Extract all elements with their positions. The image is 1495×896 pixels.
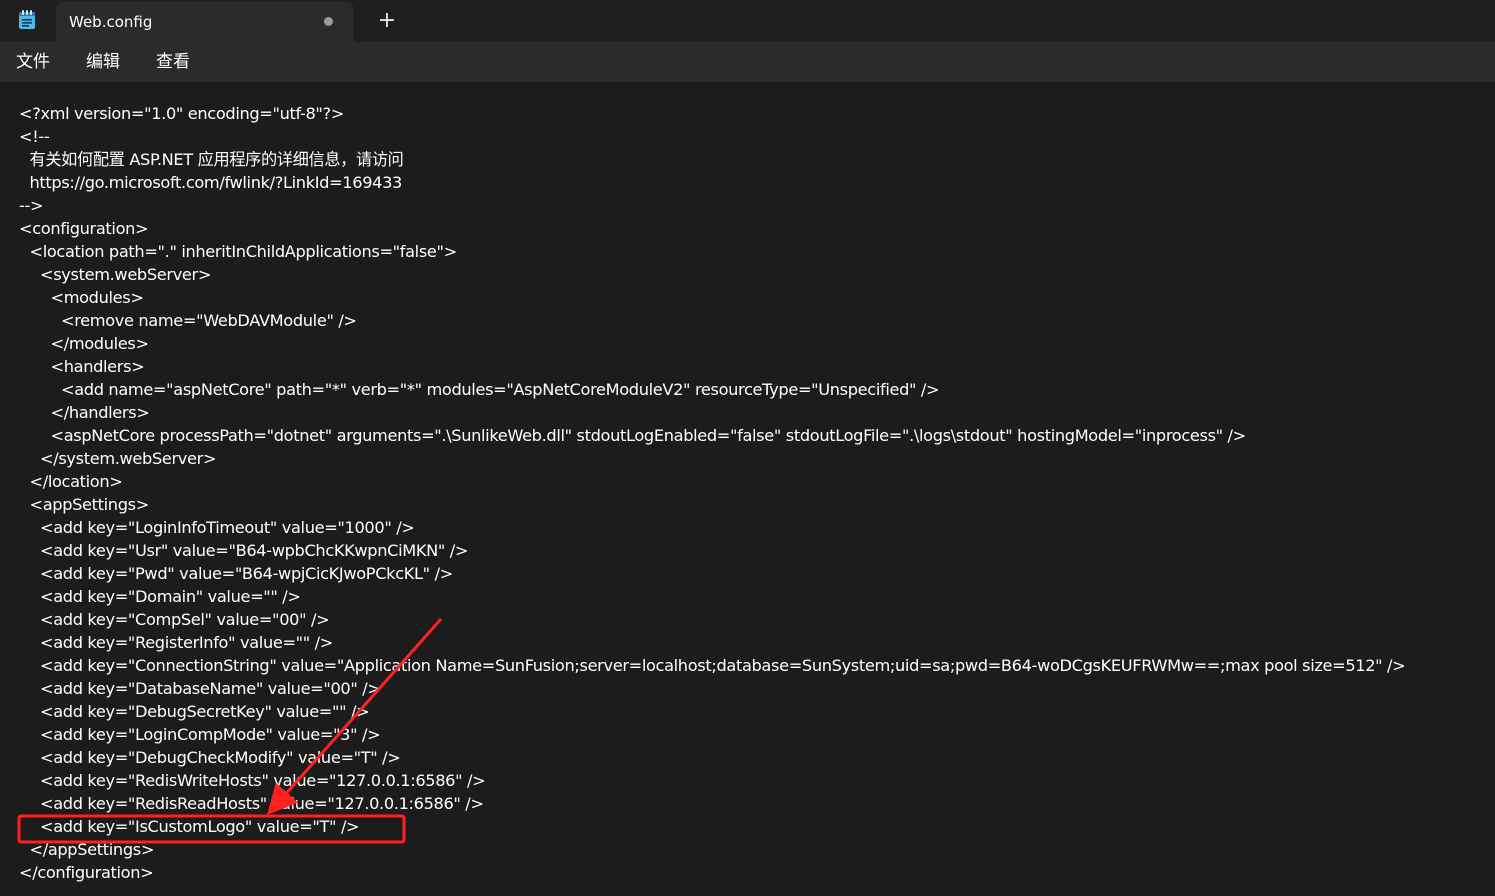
code-line: <add key="LoginInfoTimeout" value="1000"…	[40, 518, 415, 537]
code-line: <configuration>	[19, 219, 149, 238]
code-line: <add key="RedisWriteHosts" value="127.0.…	[40, 771, 486, 790]
code-line: <?xml version="1.0" encoding="utf-8"?>	[19, 104, 344, 123]
code-line: <modules>	[50, 288, 144, 307]
code-line: </system.webServer>	[40, 449, 217, 468]
code-line: <handlers>	[50, 357, 145, 376]
notepad-icon	[18, 10, 36, 30]
code-line: <add key="LoginCompMode" value="3" />	[40, 725, 381, 744]
tab-web-config[interactable]: Web.config	[56, 2, 354, 42]
code-line: <add key="Domain" value="" />	[40, 587, 301, 606]
code-line: </configuration>	[19, 863, 154, 882]
menu-bar: 文件 编辑 查看	[0, 42, 1495, 82]
code-line: <system.webServer>	[40, 265, 212, 284]
code-line: 有关如何配置 ASP.NET 应用程序的详细信息，请访问	[29, 150, 404, 169]
code-line: <add key="DebugCheckModify" value="T" />	[40, 748, 401, 767]
code-line: <add key="Usr" value="B64-wpbChcKKwpnCiM…	[40, 541, 469, 560]
code-line: -->	[19, 196, 44, 215]
code-line: </location>	[29, 472, 123, 491]
code-line: </appSettings>	[29, 840, 155, 859]
code-line: <add key="Pwd" value="B64-wpjCicKJwoPCkc…	[40, 564, 453, 583]
menu-edit[interactable]: 编辑	[86, 51, 120, 73]
code-line: </handlers>	[50, 403, 150, 422]
code-line: <add key="ConnectionString" value="Appli…	[40, 656, 1406, 675]
code-line: <add key="IsCustomLogo" value="T" />	[40, 817, 360, 836]
code-line: </modules>	[50, 334, 150, 353]
code-line: <!--	[19, 127, 50, 146]
menu-file[interactable]: 文件	[16, 51, 50, 73]
code-line: <add name="aspNetCore" path="*" verb="*"…	[61, 380, 940, 399]
new-tab-button[interactable]: +	[374, 8, 400, 34]
code-line: <add key="CompSel" value="00" />	[40, 610, 330, 629]
text-editor[interactable]: <?xml version="1.0" encoding="utf-8"?> <!…	[0, 82, 1495, 896]
code-line: <remove name="WebDAVModule" />	[61, 311, 357, 330]
unsaved-dot-icon[interactable]	[324, 17, 333, 26]
code-line: <add key="DebugSecretKey" value="" />	[40, 702, 370, 721]
code-line: <add key="RegisterInfo" value="" />	[40, 633, 333, 652]
tab-title: Web.config	[69, 13, 153, 31]
title-bar: Web.config +	[0, 0, 1495, 42]
code-line: <location path="." inheritInChildApplica…	[29, 242, 458, 261]
code-line: <add key="DatabaseName" value="00" />	[40, 679, 381, 698]
code-line: <aspNetCore processPath="dotnet" argumen…	[50, 426, 1247, 445]
menu-view[interactable]: 查看	[156, 51, 190, 73]
code-line: <appSettings>	[29, 495, 150, 514]
code-line: https://go.microsoft.com/fwlink/?LinkId=…	[29, 173, 403, 192]
code-line: <add key="RedisReadHosts" value="127.0.0…	[40, 794, 484, 813]
